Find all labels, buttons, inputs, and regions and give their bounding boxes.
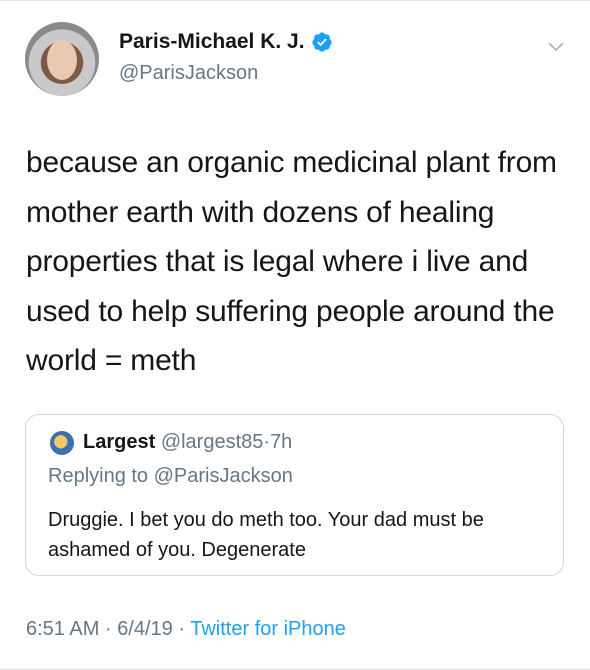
author-avatar[interactable] bbox=[25, 22, 99, 96]
tweet-source-link[interactable]: Twitter for iPhone bbox=[190, 618, 346, 640]
top-divider bbox=[0, 0, 590, 1]
tweet-metadata: 6:51 AM · 6/4/19 · Twitter for iPhone bbox=[26, 618, 346, 641]
tweet-date[interactable]: 6/4/19 bbox=[117, 618, 173, 640]
author-name-row[interactable]: Paris-Michael K. J. bbox=[119, 30, 333, 54]
quoted-tweet-age: 7h bbox=[270, 431, 293, 453]
quoted-tweet-text: Druggie. I bet you do meth too. Your dad… bbox=[48, 509, 484, 561]
replying-to-line: Replying to @ParisJackson bbox=[48, 465, 293, 488]
quoted-tweet-header: Largest @largest85·7h bbox=[83, 431, 292, 454]
tweet-text: because an organic medicinal plant from … bbox=[26, 146, 557, 377]
quoted-author-avatar[interactable] bbox=[50, 431, 74, 455]
separator-dot: · bbox=[178, 618, 186, 640]
quoted-tweet[interactable]: Largest @largest85·7h Replying to @Paris… bbox=[25, 414, 564, 576]
author-handle[interactable]: @ParisJackson bbox=[119, 62, 258, 85]
chevron-down-icon[interactable] bbox=[547, 38, 565, 56]
author-display-name[interactable]: Paris-Michael K. J. bbox=[119, 30, 305, 54]
verified-badge-icon bbox=[311, 32, 332, 52]
tweet-time[interactable]: 6:51 AM bbox=[26, 618, 99, 640]
quoted-author-handle[interactable]: @largest85 bbox=[161, 431, 264, 453]
replying-to-label: Replying to bbox=[48, 465, 149, 487]
separator-dot: · bbox=[104, 618, 112, 640]
replying-to-handle[interactable]: @ParisJackson bbox=[154, 465, 293, 487]
quoted-author-name[interactable]: Largest bbox=[83, 431, 155, 453]
